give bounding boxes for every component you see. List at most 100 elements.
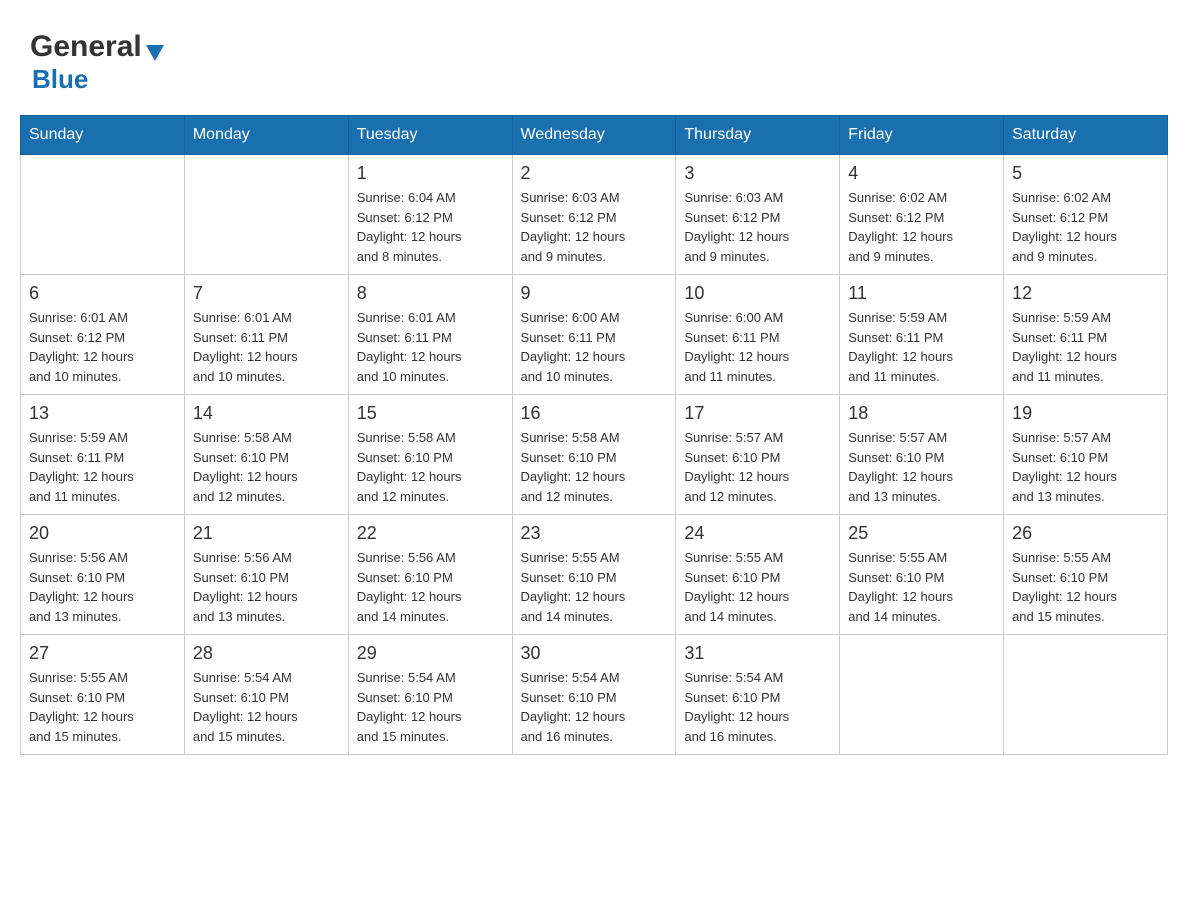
day-number: 25 xyxy=(848,523,995,544)
logo-blue-text: Blue xyxy=(32,64,88,95)
calendar-cell: 11 Sunrise: 5:59 AM Sunset: 6:11 PM Dayli… xyxy=(840,275,1004,395)
day-of-week-header: Wednesday xyxy=(512,116,676,155)
day-number: 14 xyxy=(193,403,340,424)
calendar-cell: 7 Sunrise: 6:01 AM Sunset: 6:11 PM Daylig… xyxy=(184,275,348,395)
logo-general-text: General xyxy=(30,30,142,63)
day-info: Sunrise: 6:02 AM Sunset: 6:12 PM Dayligh… xyxy=(848,188,995,266)
day-info: Sunrise: 5:55 AM Sunset: 6:10 PM Dayligh… xyxy=(1012,548,1159,626)
calendar-cell: 23Sunrise: 5:55 AM Sunset: 6:10 PM Dayli… xyxy=(512,515,676,635)
day-info: Sunrise: 5:57 AM Sunset: 6:10 PM Dayligh… xyxy=(684,428,831,506)
calendar-week-row: 6 Sunrise: 6:01 AM Sunset: 6:12 PM Daylig… xyxy=(21,275,1168,395)
calendar-cell: 1Sunrise: 6:04 AM Sunset: 6:12 PM Daylig… xyxy=(348,155,512,275)
day-number: 7 xyxy=(193,283,340,304)
calendar-body: 1Sunrise: 6:04 AM Sunset: 6:12 PM Daylig… xyxy=(21,155,1168,755)
calendar-week-row: 20 Sunrise: 5:56 AM Sunset: 6:10 PM Dayli… xyxy=(21,515,1168,635)
calendar-cell: 25 Sunrise: 5:55 AM Sunset: 6:10 PM Dayli… xyxy=(840,515,1004,635)
day-number: 15 xyxy=(357,403,504,424)
day-of-week-header: Saturday xyxy=(1004,116,1168,155)
day-number: 3 xyxy=(684,163,831,184)
day-info: Sunrise: 6:03 AM Sunset: 6:12 PM Dayligh… xyxy=(521,188,668,266)
calendar-cell: 22Sunrise: 5:56 AM Sunset: 6:10 PM Dayli… xyxy=(348,515,512,635)
day-number: 18 xyxy=(848,403,995,424)
logo-text: General xyxy=(30,30,166,64)
calendar-cell xyxy=(1004,635,1168,755)
day-number: 16 xyxy=(521,403,668,424)
day-of-week-header: Monday xyxy=(184,116,348,155)
day-number: 6 xyxy=(29,283,176,304)
calendar-cell: 12Sunrise: 5:59 AM Sunset: 6:11 PM Dayli… xyxy=(1004,275,1168,395)
day-number: 21 xyxy=(193,523,340,544)
day-info: Sunrise: 5:58 AM Sunset: 6:10 PM Dayligh… xyxy=(521,428,668,506)
day-number: 31 xyxy=(684,643,831,664)
calendar-cell: 3 Sunrise: 6:03 AM Sunset: 6:12 PM Daylig… xyxy=(676,155,840,275)
calendar-cell: 5 Sunrise: 6:02 AM Sunset: 6:12 PM Daylig… xyxy=(1004,155,1168,275)
calendar-cell: 8 Sunrise: 6:01 AM Sunset: 6:11 PM Daylig… xyxy=(348,275,512,395)
day-info: Sunrise: 6:00 AM Sunset: 6:11 PM Dayligh… xyxy=(521,308,668,386)
calendar-cell: 2 Sunrise: 6:03 AM Sunset: 6:12 PM Daylig… xyxy=(512,155,676,275)
calendar-week-row: 13Sunrise: 5:59 AM Sunset: 6:11 PM Dayli… xyxy=(21,395,1168,515)
day-info: Sunrise: 5:57 AM Sunset: 6:10 PM Dayligh… xyxy=(848,428,995,506)
day-info: Sunrise: 6:02 AM Sunset: 6:12 PM Dayligh… xyxy=(1012,188,1159,266)
calendar-table: SundayMondayTuesdayWednesdayThursdayFrid… xyxy=(20,115,1168,755)
calendar-cell: 21 Sunrise: 5:56 AM Sunset: 6:10 PM Dayli… xyxy=(184,515,348,635)
day-number: 1 xyxy=(357,163,504,184)
calendar-cell: 10 Sunrise: 6:00 AM Sunset: 6:11 PM Dayli… xyxy=(676,275,840,395)
days-of-week-row: SundayMondayTuesdayWednesdayThursdayFrid… xyxy=(21,116,1168,155)
calendar-cell: 26Sunrise: 5:55 AM Sunset: 6:10 PM Dayli… xyxy=(1004,515,1168,635)
day-info: Sunrise: 6:03 AM Sunset: 6:12 PM Dayligh… xyxy=(684,188,831,266)
day-info: Sunrise: 6:01 AM Sunset: 6:11 PM Dayligh… xyxy=(357,308,504,386)
calendar-cell: 16 Sunrise: 5:58 AM Sunset: 6:10 PM Dayli… xyxy=(512,395,676,515)
calendar-cell: 15 Sunrise: 5:58 AM Sunset: 6:10 PM Dayli… xyxy=(348,395,512,515)
day-info: Sunrise: 6:01 AM Sunset: 6:12 PM Dayligh… xyxy=(29,308,176,386)
day-info: Sunrise: 6:01 AM Sunset: 6:11 PM Dayligh… xyxy=(193,308,340,386)
calendar-cell: 31 Sunrise: 5:54 AM Sunset: 6:10 PM Dayli… xyxy=(676,635,840,755)
calendar-cell: 13Sunrise: 5:59 AM Sunset: 6:11 PM Dayli… xyxy=(21,395,185,515)
calendar-cell: 17Sunrise: 5:57 AM Sunset: 6:10 PM Dayli… xyxy=(676,395,840,515)
day-info: Sunrise: 5:55 AM Sunset: 6:10 PM Dayligh… xyxy=(848,548,995,626)
day-info: Sunrise: 5:55 AM Sunset: 6:10 PM Dayligh… xyxy=(521,548,668,626)
day-number: 10 xyxy=(684,283,831,304)
day-info: Sunrise: 5:54 AM Sunset: 6:10 PM Dayligh… xyxy=(684,668,831,746)
calendar-week-row: 1Sunrise: 6:04 AM Sunset: 6:12 PM Daylig… xyxy=(21,155,1168,275)
calendar-cell: 30Sunrise: 5:54 AM Sunset: 6:10 PM Dayli… xyxy=(512,635,676,755)
logo: General Blue xyxy=(30,30,166,95)
calendar-week-row: 27 Sunrise: 5:55 AM Sunset: 6:10 PM Dayli… xyxy=(21,635,1168,755)
calendar-cell xyxy=(840,635,1004,755)
day-number: 2 xyxy=(521,163,668,184)
calendar-cell: 9Sunrise: 6:00 AM Sunset: 6:11 PM Daylig… xyxy=(512,275,676,395)
day-of-week-header: Sunday xyxy=(21,116,185,155)
day-info: Sunrise: 5:56 AM Sunset: 6:10 PM Dayligh… xyxy=(193,548,340,626)
calendar-cell: 27 Sunrise: 5:55 AM Sunset: 6:10 PM Dayli… xyxy=(21,635,185,755)
day-info: Sunrise: 5:55 AM Sunset: 6:10 PM Dayligh… xyxy=(684,548,831,626)
day-number: 27 xyxy=(29,643,176,664)
day-number: 12 xyxy=(1012,283,1159,304)
calendar-header: SundayMondayTuesdayWednesdayThursdayFrid… xyxy=(21,116,1168,155)
calendar-cell: 29 Sunrise: 5:54 AM Sunset: 6:10 PM Dayli… xyxy=(348,635,512,755)
day-info: Sunrise: 5:59 AM Sunset: 6:11 PM Dayligh… xyxy=(848,308,995,386)
day-number: 8 xyxy=(357,283,504,304)
day-info: Sunrise: 6:00 AM Sunset: 6:11 PM Dayligh… xyxy=(684,308,831,386)
day-info: Sunrise: 5:54 AM Sunset: 6:10 PM Dayligh… xyxy=(521,668,668,746)
day-number: 28 xyxy=(193,643,340,664)
day-of-week-header: Tuesday xyxy=(348,116,512,155)
calendar-cell: 20 Sunrise: 5:56 AM Sunset: 6:10 PM Dayli… xyxy=(21,515,185,635)
day-info: Sunrise: 5:58 AM Sunset: 6:10 PM Dayligh… xyxy=(357,428,504,506)
day-number: 13 xyxy=(29,403,176,424)
logo-arrow-icon xyxy=(144,41,166,63)
calendar-cell: 19Sunrise: 5:57 AM Sunset: 6:10 PM Dayli… xyxy=(1004,395,1168,515)
day-number: 5 xyxy=(1012,163,1159,184)
day-info: Sunrise: 5:54 AM Sunset: 6:10 PM Dayligh… xyxy=(357,668,504,746)
day-number: 19 xyxy=(1012,403,1159,424)
calendar-cell: 18 Sunrise: 5:57 AM Sunset: 6:10 PM Dayli… xyxy=(840,395,1004,515)
calendar-cell: 14Sunrise: 5:58 AM Sunset: 6:10 PM Dayli… xyxy=(184,395,348,515)
day-info: Sunrise: 5:56 AM Sunset: 6:10 PM Dayligh… xyxy=(357,548,504,626)
day-number: 29 xyxy=(357,643,504,664)
page-header: General Blue xyxy=(20,20,1168,95)
day-of-week-header: Friday xyxy=(840,116,1004,155)
day-info: Sunrise: 5:56 AM Sunset: 6:10 PM Dayligh… xyxy=(29,548,176,626)
calendar-cell: 6 Sunrise: 6:01 AM Sunset: 6:12 PM Daylig… xyxy=(21,275,185,395)
calendar-cell xyxy=(21,155,185,275)
day-number: 20 xyxy=(29,523,176,544)
day-info: Sunrise: 5:55 AM Sunset: 6:10 PM Dayligh… xyxy=(29,668,176,746)
day-number: 11 xyxy=(848,283,995,304)
